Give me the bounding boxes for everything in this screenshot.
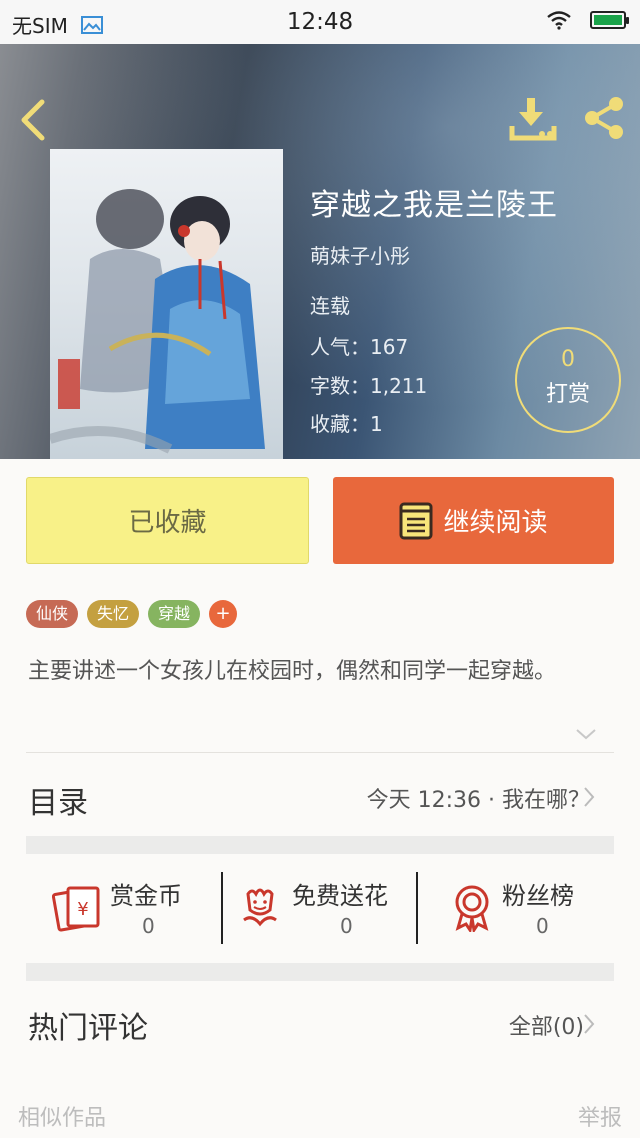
divider <box>416 872 418 944</box>
collected-button[interactable]: 已收藏 <box>26 477 309 564</box>
book-author[interactable]: 萌妹子小彤 <box>310 240 410 269</box>
medal-icon <box>455 885 489 932</box>
chevron-right-icon <box>584 787 595 807</box>
favorite-count: 收藏：1 <box>310 412 383 436</box>
reward-coins-stat[interactable]: ¥ 赏金币 0 <box>52 872 212 944</box>
serial-status: 连载 <box>310 294 350 318</box>
section-band <box>26 836 614 854</box>
catalog-label: 目录 <box>28 786 88 821</box>
add-tag-button[interactable]: + <box>209 600 238 628</box>
stat-label: 赏金币 <box>110 882 182 910</box>
all-comments-link[interactable]: 全部(0) <box>509 1009 584 1041</box>
free-flower-stat[interactable]: 免费送花 0 <box>240 872 410 944</box>
book-icon <box>399 502 433 539</box>
tag-item[interactable]: 仙侠 <box>26 600 79 628</box>
tag-item[interactable]: 失忆 <box>87 600 140 628</box>
stat-label: 粉丝榜 <box>502 882 574 910</box>
word-count: 字数：1,211 <box>310 374 428 398</box>
flower-icon <box>243 888 277 927</box>
hot-comments-label: 热门评论 <box>28 1011 148 1046</box>
book-cover[interactable] <box>50 149 283 459</box>
wifi-icon <box>547 11 571 30</box>
download-icon[interactable] <box>508 96 558 142</box>
status-bar: 无SIM 12:48 <box>0 0 640 44</box>
status-right <box>546 10 629 30</box>
chevron-right-icon <box>584 1014 595 1034</box>
reward-count: 0 <box>561 347 575 372</box>
battery-icon <box>590 11 629 29</box>
popularity: 人气：167 <box>310 335 409 359</box>
collected-label: 已收藏 <box>128 508 207 538</box>
book-description: 主要讲述一个女孩儿在校园时，偶然和同学一起穿越。 <box>28 659 557 684</box>
reward-button[interactable]: 0 打赏 <box>515 327 621 433</box>
stat-value: 0 <box>340 914 353 938</box>
share-icon[interactable] <box>580 94 628 142</box>
cover-illustration <box>50 189 265 454</box>
similar-works-link[interactable]: 相似作品 <box>18 1100 106 1132</box>
back-icon[interactable] <box>14 96 54 144</box>
latest-update: 今天 12:36 · 我在哪？ <box>366 788 590 813</box>
red-envelope-icon: ¥ <box>52 886 100 932</box>
expand-chevron-icon[interactable] <box>574 726 598 742</box>
report-link[interactable]: 举报 <box>578 1100 622 1132</box>
fan-ranking-stat[interactable]: 粉丝榜 0 <box>450 872 610 944</box>
stat-value: 0 <box>142 914 155 938</box>
status-time: 12:48 <box>286 9 354 35</box>
divider <box>221 872 223 944</box>
reward-label: 打赏 <box>545 382 590 407</box>
tag-list: 仙侠 失忆 穿越 + <box>26 600 238 628</box>
book-title: 穿越之我是兰陵王 <box>310 188 558 223</box>
tag-item[interactable]: 穿越 <box>148 600 201 628</box>
section-band <box>26 963 614 981</box>
continue-reading-label: 继续阅读 <box>443 508 548 538</box>
stat-value: 0 <box>536 914 549 938</box>
book-header: 穿越之我是兰陵王 萌妹子小彤 连载 人气：167 字数：1,211 收藏：1 0… <box>0 44 640 459</box>
continue-reading-button[interactable]: 继续阅读 <box>333 477 614 564</box>
divider <box>26 752 614 753</box>
stat-label: 免费送花 <box>292 882 388 910</box>
svg-text:¥: ¥ <box>77 899 88 920</box>
